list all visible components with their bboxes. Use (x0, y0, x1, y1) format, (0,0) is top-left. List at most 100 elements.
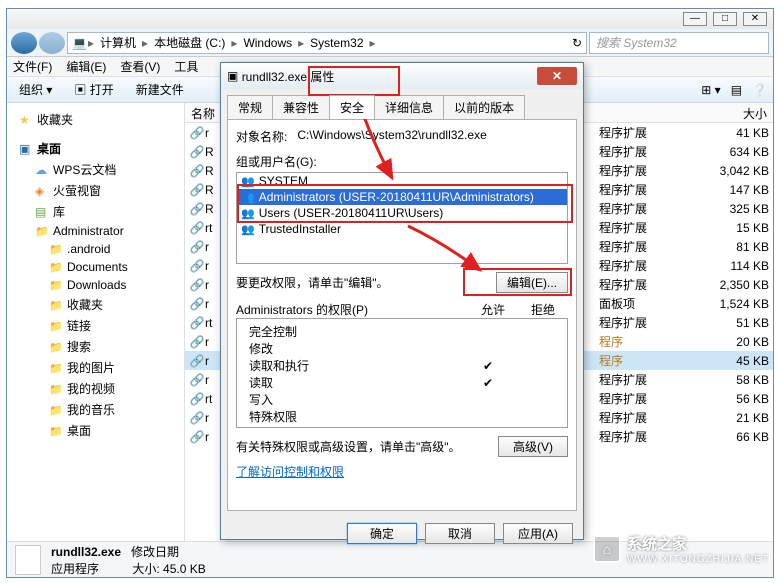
crumb[interactable]: 计算机 (96, 34, 140, 51)
tab-general[interactable]: 常规 (227, 95, 273, 119)
properties-dialog: ▣ rundll32.exe 属性 ✕ 常规 兼容性 安全 详细信息 以前的版本… (220, 62, 584, 540)
refresh-icon[interactable]: ↻ (572, 36, 582, 50)
user-item[interactable]: SYSTEM (237, 173, 567, 189)
nav-wps[interactable]: WPS云文档 (9, 159, 182, 180)
file-icon: 🔗 (189, 259, 205, 273)
folder-icon (49, 361, 63, 375)
nav-admin[interactable]: Administrator (9, 222, 182, 240)
nav-item[interactable]: Downloads (9, 276, 182, 294)
edit-button[interactable]: 编辑(E)... (496, 272, 568, 293)
folder-icon (49, 319, 63, 333)
open-button[interactable]: ▣ 打开 (68, 79, 119, 100)
tab-strip: 常规 兼容性 安全 详细信息 以前的版本 (227, 95, 577, 119)
nav-item[interactable]: 搜索 (9, 336, 182, 357)
nav-item[interactable]: 链接 (9, 315, 182, 336)
file-icon: 🔗 (189, 145, 205, 159)
nav-favorites[interactable]: 收藏夹 (9, 109, 182, 130)
search-input[interactable]: 搜索 System32 (589, 32, 769, 54)
user-item[interactable]: Users (USER-20180411UR\Users) (237, 205, 567, 221)
menu-edit[interactable]: 编辑(E) (66, 58, 106, 75)
apply-button[interactable]: 应用(A) (503, 523, 573, 544)
crumb[interactable]: Windows (239, 36, 296, 50)
ok-button[interactable]: 确定 (347, 523, 417, 544)
file-thumb-icon (15, 545, 41, 575)
cloud-icon (35, 163, 49, 177)
nav-item[interactable]: 我的图片 (9, 357, 182, 378)
user-list[interactable]: SYSTEM Administrators (USER-20180411UR\A… (236, 172, 568, 264)
user-item-selected[interactable]: Administrators (USER-20180411UR\Administ… (237, 189, 567, 205)
nav-item[interactable]: 我的视频 (9, 378, 182, 399)
tab-security[interactable]: 安全 (329, 95, 375, 119)
computer-icon: 💻 (72, 36, 86, 50)
view-icon[interactable]: ⊞ ▾ (701, 83, 720, 97)
file-size: 634 KB (689, 145, 769, 159)
back-button[interactable] (11, 32, 37, 54)
forward-button[interactable] (39, 32, 65, 54)
tab-compat[interactable]: 兼容性 (272, 95, 330, 119)
help-icon[interactable]: ❔ (752, 83, 767, 97)
watermark-title: 系统之家 (627, 533, 769, 554)
menu-file[interactable]: 文件(F) (13, 58, 52, 75)
maximize-button[interactable]: □ (713, 12, 737, 26)
file-icon: 🔗 (189, 373, 205, 387)
col-type[interactable] (603, 103, 693, 122)
tab-content: 对象名称: C:\Windows\System32\rundll32.exe 组… (227, 119, 577, 511)
perm-name: 修改 (241, 340, 463, 357)
file-type: 程序扩展 (599, 219, 689, 236)
newfile-button[interactable]: 新建文件 (130, 79, 190, 100)
close-button[interactable]: ✕ (743, 12, 767, 26)
nav-item[interactable]: 收藏夹 (9, 294, 182, 315)
folder-icon (49, 242, 63, 256)
status-moddate-label: 修改日期 (131, 545, 179, 559)
nav-desktop[interactable]: 桌面 (9, 138, 182, 159)
file-size: 325 KB (689, 202, 769, 216)
menu-view[interactable]: 查看(V) (120, 58, 160, 75)
breadcrumb[interactable]: 💻 ▸ 计算机▸ 本地磁盘 (C:)▸ Windows▸ System32▸ ↻ (67, 32, 587, 54)
col-size[interactable]: 大小 (693, 103, 773, 122)
tab-details[interactable]: 详细信息 (374, 95, 444, 119)
preview-icon[interactable]: ▤ (731, 83, 742, 97)
perm-name: 完全控制 (241, 323, 463, 340)
watermark-icon: ⌂ (593, 535, 621, 563)
advanced-button[interactable]: 高级(V) (498, 436, 568, 457)
folder-icon (35, 224, 49, 238)
nav-item[interactable]: Documents (9, 258, 182, 276)
menu-tools[interactable]: 工具 (174, 58, 198, 75)
file-icon: 🔗 (189, 183, 205, 197)
file-icon: 🔗 (189, 164, 205, 178)
nav-huoying[interactable]: 火萤视窗 (9, 180, 182, 201)
minimize-button[interactable]: — (683, 12, 707, 26)
dialog-close-button[interactable]: ✕ (537, 67, 577, 85)
file-type: 面板项 (599, 295, 689, 312)
user-item[interactable]: TrustedInstaller (237, 221, 567, 237)
status-filename: rundll32.exe (51, 545, 121, 559)
cancel-button[interactable]: 取消 (425, 523, 495, 544)
file-type: 程序扩展 (599, 257, 689, 274)
file-type: 程序扩展 (599, 162, 689, 179)
file-icon: 🔗 (189, 278, 205, 292)
perm-allow: ✔ (463, 376, 513, 390)
file-icon: 🔗 (189, 354, 205, 368)
file-icon: 🔗 (189, 316, 205, 330)
file-type: 程序扩展 (599, 181, 689, 198)
crumb[interactable]: 本地磁盘 (C:) (150, 34, 229, 51)
nav-pane: 收藏夹 桌面 WPS云文档 火萤视窗 库 Administrator .andr… (7, 103, 185, 541)
nav-item[interactable]: 桌面 (9, 420, 182, 441)
organize-button[interactable]: 组织 ▾ (13, 79, 58, 100)
crumb[interactable]: System32 (306, 36, 367, 50)
dialog-titlebar[interactable]: ▣ rundll32.exe 属性 ✕ (221, 63, 583, 89)
tab-previous[interactable]: 以前的版本 (443, 95, 525, 119)
search-placeholder: 搜索 System32 (596, 34, 677, 51)
nav-item[interactable]: .android (9, 240, 182, 258)
file-icon: 🔗 (189, 202, 205, 216)
perm-allow: ✔ (463, 359, 513, 373)
nav-library[interactable]: 库 (9, 201, 182, 222)
learn-link[interactable]: 了解访问控制和权限 (236, 463, 344, 480)
fire-icon (35, 184, 49, 198)
perm-header: Administrators 的权限(P) (236, 301, 468, 318)
file-type: 程序扩展 (599, 409, 689, 426)
nav-item[interactable]: 我的音乐 (9, 399, 182, 420)
file-size: 66 KB (689, 430, 769, 444)
perm-name: 特殊权限 (241, 408, 463, 425)
perm-name: 读取 (241, 374, 463, 391)
